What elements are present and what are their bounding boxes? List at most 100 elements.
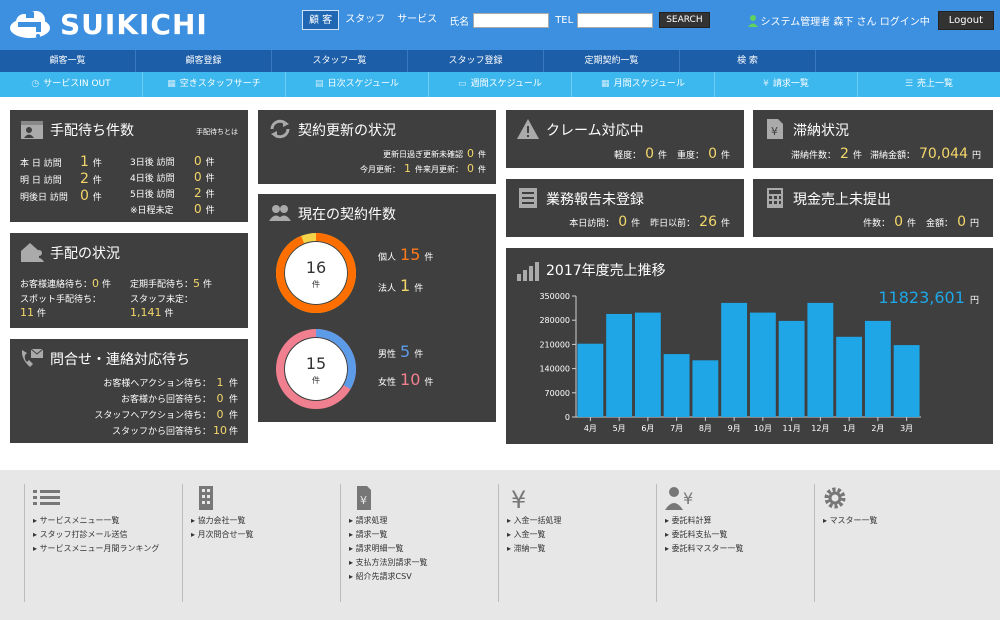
tel-search-input[interactable] — [577, 12, 654, 28]
nav-sales-list[interactable]: ☰ 売上一覧 — [858, 72, 1000, 97]
row-unit: 件 — [414, 284, 424, 294]
x-tick-label: 8月 — [699, 424, 712, 433]
footer-link-label: 月次問合せ一覧 — [197, 530, 254, 539]
footer-link[interactable]: ▸ 請求一覧 — [349, 528, 490, 542]
nav-customer-register[interactable]: 顧客登録 — [136, 50, 272, 72]
y-tick-label: 350000 — [539, 292, 570, 301]
row-value: 0 — [216, 392, 224, 405]
nav-staff-list[interactable]: スタッフ一覧 — [272, 50, 408, 72]
nav-label: 週間スケジュール — [470, 79, 542, 89]
row-unit: 件 — [415, 165, 423, 174]
name-search-input[interactable] — [473, 12, 550, 28]
svg-text:¥: ¥ — [360, 494, 367, 507]
footer-link[interactable]: ▸ 月次問合せ一覧 — [191, 528, 332, 542]
nav-search[interactable]: 検 索 — [680, 50, 816, 72]
inquiry-card[interactable]: 問合せ・連絡対応待ち お客様へアクション待ち： 1 件 お客様から回答待ち： 0 件 ス… — [10, 339, 248, 443]
report-card[interactable]: 業務報告未登録 本日訪問： 0 件昨日以前： 26 件 — [506, 179, 744, 237]
row-value: 0 — [467, 162, 474, 175]
footer-link[interactable]: ▸ 委託料支払一覧 — [665, 528, 806, 542]
nav-contract-list[interactable]: 定期契約一覧 — [544, 50, 680, 72]
row-value: 0 — [894, 214, 904, 230]
sales-bar — [836, 336, 863, 417]
nav-staff-register[interactable]: スタッフ登録 — [408, 50, 544, 72]
row-value: 0 — [708, 146, 717, 162]
nav-daily-schedule[interactable]: ▤ 日次スケジュール — [286, 72, 429, 97]
row-label: 重度： — [677, 151, 705, 161]
footer-link[interactable]: ▸ 入金一括処理 — [507, 514, 648, 528]
nav-free-staff[interactable]: ▦ 空きスタッフサーチ — [143, 72, 286, 97]
inquiry-row: スタッフへアクション待ち： 0 件 — [94, 408, 238, 421]
row-label: 明後日 訪問 — [20, 193, 68, 203]
footer-link[interactable]: ▸ 滞納一覧 — [507, 542, 648, 556]
search-tab-service[interactable]: サービス — [391, 10, 443, 30]
footer-link[interactable]: ▸ スタッフ打診メール送信 — [33, 528, 174, 542]
search-tab-staff[interactable]: スタッフ — [339, 10, 391, 30]
footer-link[interactable]: ▸ 委託料マスター一覧 — [665, 542, 806, 556]
nav-weekly-schedule[interactable]: ▭ 週間スケジュール — [429, 72, 572, 97]
bar-chart-icon — [517, 262, 539, 281]
row-label: 法人 — [378, 284, 397, 294]
row-value: 0 — [957, 214, 966, 230]
search-tab-customer[interactable]: 顧 客 — [302, 10, 340, 30]
app-logo[interactable]: SUIKICHI — [8, 8, 208, 41]
row-unit: 件 — [424, 378, 434, 388]
footer-link[interactable]: ▸ 請求処理 — [349, 514, 490, 528]
individual-row: 個人 15 件 — [378, 245, 433, 264]
logout-button[interactable]: Logout — [937, 11, 994, 30]
claim-card[interactable]: クレーム対応中 軽度： 0 件重度： 0 件 — [506, 110, 744, 168]
row-unit: 件 — [658, 151, 668, 161]
sales-bar — [577, 343, 604, 417]
footer-link[interactable]: ▸ 委託料計算 — [665, 514, 806, 528]
document-icon — [519, 188, 537, 208]
footer-link-label: スタッフ打診メール送信 — [39, 530, 128, 539]
x-tick-label: 5月 — [613, 424, 626, 433]
row-unit: 件 — [205, 158, 215, 168]
row-label: スタッフへアクション待ち： — [94, 411, 211, 421]
footer-link[interactable]: ▸ 紹介先請求CSV — [349, 570, 490, 584]
cash-card[interactable]: 現金売上未提出 件数： 0 件金額： 0 円 — [753, 179, 993, 237]
row-value: 5 — [193, 277, 201, 290]
row-value: 0 — [618, 214, 628, 230]
row-label: 本 日 訪問 — [20, 159, 62, 169]
footer-link[interactable]: ▸ サービスメニュー月間ランキング — [33, 542, 174, 556]
row-value: 0 — [467, 147, 474, 160]
y-tick-label: 280000 — [539, 316, 570, 325]
row-value: 2 — [80, 171, 89, 187]
house-person-icon — [21, 243, 44, 262]
claim-title: クレーム対応中 — [546, 123, 644, 139]
footer-link[interactable]: ▸ 支払方法別請求一覧 — [349, 556, 490, 570]
sales-total-unit: 円 — [969, 296, 979, 306]
pending-card[interactable]: 手配待ち件数 手配待ちとは 本 日 訪問 1 件 明 日 訪問 2 件 明後日 訪問 0 件… — [10, 110, 248, 222]
row-value: 5 — [400, 342, 411, 361]
footer-col-service: ▸ サービスメニュー一覧 ▸ スタッフ打診メール送信 ▸ サービスメニュー月間ラ… — [24, 484, 174, 602]
sales-card[interactable]: 2017年度売上推移 11823,601 円 0 70000 140000 21000… — [506, 248, 993, 444]
row-unit: 件 — [205, 206, 215, 216]
row-unit: 件 — [228, 379, 238, 389]
x-tick-label: 2月 — [871, 424, 884, 433]
nav-service-inout[interactable]: ◷ サービスIN OUT — [0, 72, 143, 97]
arrange-card[interactable]: 手配の状況 お客様連絡待ち： 0 件 定期手配待ち： 5 件 スポット手配待ち： スタッ… — [10, 233, 248, 328]
footer-link-label: 協力会社一覧 — [197, 516, 246, 525]
contracts-card[interactable]: 現在の契約件数 16 件 個人 15 件 法人 1 件 15 件 男性 5 件 女性 10 件 — [258, 194, 496, 422]
footer-link[interactable]: ▸ サービスメニュー一覧 — [33, 514, 174, 528]
regular-wait-row: 定期手配待ち： 5 件 — [130, 277, 212, 290]
renewal-title: 契約更新の状況 — [298, 123, 396, 139]
footer-link[interactable]: ▸ 協力会社一覧 — [191, 514, 332, 528]
row-value: 70,044 — [918, 146, 968, 162]
row-unit: 件 — [164, 309, 174, 319]
x-tick-label: 6月 — [641, 424, 654, 433]
row-unit: 円 — [971, 151, 981, 161]
arrears-card[interactable]: ¥ 滞納状況 滞納件数： 2 件滞納金額： 70,044 円 — [753, 110, 993, 168]
pending-help-link[interactable]: 手配待ちとは — [196, 127, 238, 137]
row-label: 明 日 訪問 — [20, 176, 62, 186]
arrange-title: 手配の状況 — [50, 246, 120, 262]
nav-customer-list[interactable]: 顧客一覧 — [0, 50, 136, 72]
nav-monthly-schedule[interactable]: ▦ 月間スケジュール — [572, 72, 715, 97]
footer-link[interactable]: ▸ 入金一覧 — [507, 528, 648, 542]
renewal-card[interactable]: 契約更新の状況 更新日過ぎ更新未確認 0 件 今月更新： 1 件来月更新： 0 件 — [258, 110, 496, 184]
footer-link[interactable]: ▸ マスター一覧 — [823, 514, 964, 528]
nav-billing-list[interactable]: ¥ 請求一覧 — [715, 72, 858, 97]
footer-link[interactable]: ▸ 請求明細一覧 — [349, 542, 490, 556]
search-button[interactable]: SEARCH — [659, 12, 710, 28]
footer-link-label: 支払方法別請求一覧 — [355, 558, 428, 567]
